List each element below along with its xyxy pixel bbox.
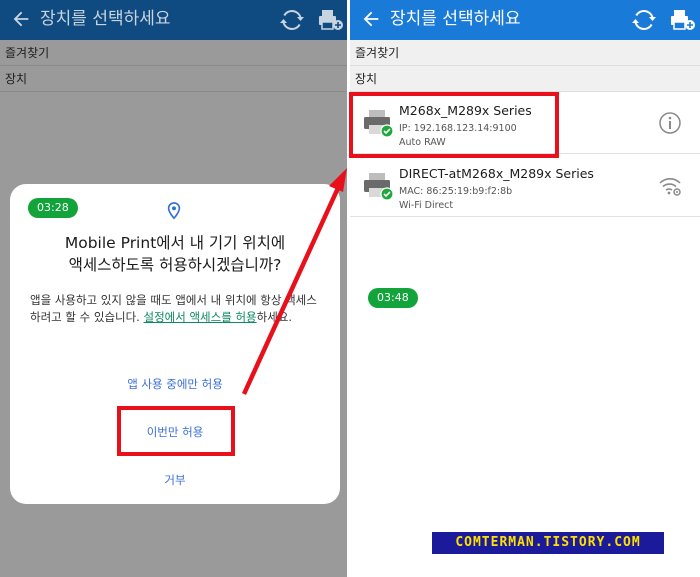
add-printer-icon[interactable] bbox=[318, 8, 344, 32]
screen-title: 장치를 선택하세요 bbox=[390, 9, 521, 29]
info-icon[interactable] bbox=[658, 111, 682, 135]
screen-title: 장치를 선택하세요 bbox=[40, 9, 171, 29]
printer-icon bbox=[364, 173, 394, 201]
highlight-box-device bbox=[349, 92, 559, 158]
timer-badge: 03:28 bbox=[28, 198, 78, 218]
app-bar: 장치를 선택하세요 bbox=[350, 0, 700, 40]
device-address: MAC: 86:25:19:b9:f2:8b bbox=[399, 186, 513, 197]
dialog-title-line2: 액세스하도록 허용하시겠습니까? bbox=[68, 256, 282, 274]
location-pin-icon bbox=[167, 202, 181, 220]
timer-badge: 03:48 bbox=[368, 288, 418, 308]
device-name: DIRECT-atM268x_M289x Series bbox=[399, 166, 594, 181]
add-printer-icon[interactable] bbox=[670, 8, 696, 32]
deny-button[interactable]: 거부 bbox=[10, 472, 340, 488]
wifi-settings-icon[interactable] bbox=[658, 174, 682, 198]
back-arrow-icon[interactable] bbox=[360, 8, 382, 30]
app-bar: 장치를 선택하세요 bbox=[0, 0, 347, 40]
location-permission-dialog: 03:28 Mobile Print에서 내 기기 위치에 액세스하도록 허용하… bbox=[10, 184, 340, 504]
devices-header: 장치 bbox=[0, 66, 347, 92]
watermark: COMTERMAN.TISTORY.COM bbox=[432, 532, 664, 554]
devices-header: 장치 bbox=[350, 66, 700, 92]
dialog-title: Mobile Print에서 내 기기 위치에 액세스하도록 허용하시겠습니까? bbox=[10, 232, 340, 276]
refresh-icon[interactable] bbox=[632, 8, 656, 32]
dialog-title-line1: Mobile Print에서 내 기기 위치에 bbox=[64, 234, 286, 252]
favorites-header: 즐겨찾기 bbox=[0, 40, 347, 66]
dialog-body: 앱을 사용하고 있지 않을 때도 앱에서 내 위치에 항상 액세스하려고 할 수… bbox=[30, 292, 326, 326]
dialog-body-suffix: 하세요. bbox=[256, 310, 293, 324]
back-arrow-icon[interactable] bbox=[10, 8, 32, 30]
right-screen: 장치를 선택하세요 즐겨찾기 장치 M268x_M289x Series IP:… bbox=[350, 0, 700, 577]
device-item[interactable]: DIRECT-atM268x_M289x Series MAC: 86:25:1… bbox=[350, 155, 700, 217]
allow-while-using-button[interactable]: 앱 사용 중에만 허용 bbox=[10, 376, 340, 392]
favorites-header: 즐겨찾기 bbox=[350, 40, 700, 66]
left-screen: 장치를 선택하세요 즐겨찾기 장치 03:28 Mobile Print에서 내… bbox=[0, 0, 347, 577]
device-type: Wi-Fi Direct bbox=[399, 200, 454, 211]
refresh-icon[interactable] bbox=[280, 8, 304, 32]
settings-link[interactable]: 설정에서 액세스를 허용 bbox=[144, 310, 257, 324]
highlight-box-allow-once bbox=[117, 406, 235, 456]
